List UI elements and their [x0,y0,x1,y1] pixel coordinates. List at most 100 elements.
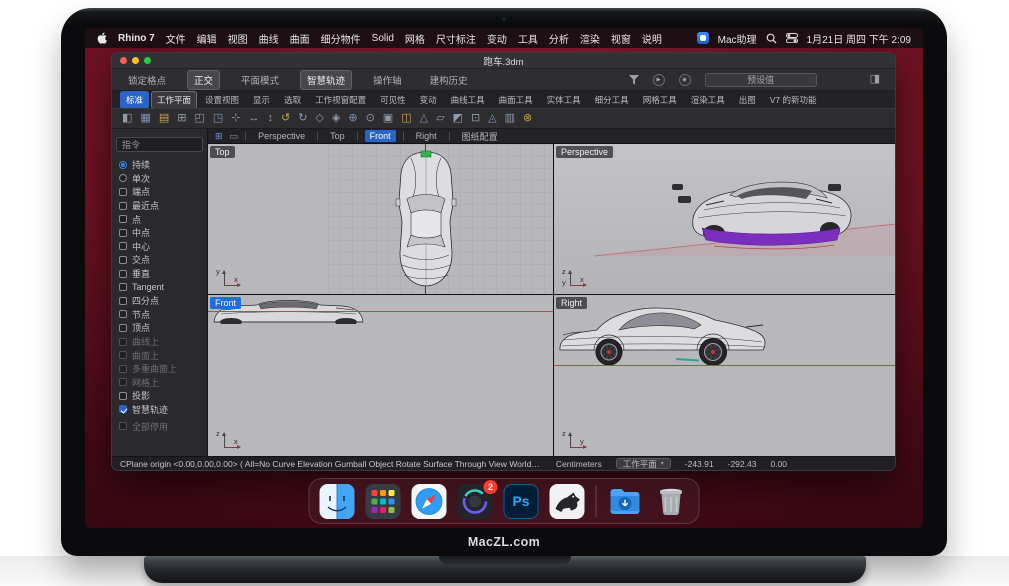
menu-file[interactable]: 文件 [166,31,186,46]
checkbox[interactable] [119,202,127,210]
menu-edit[interactable]: 编辑 [197,31,217,46]
vtab-top[interactable]: Top [325,130,350,142]
control-center-icon[interactable] [786,33,798,43]
vtab-layout[interactable]: 图纸配置 [457,129,503,144]
checkbox[interactable] [119,405,127,413]
osnap-project[interactable]: 投影 [112,389,207,403]
downloads-folder-icon[interactable] [608,484,643,519]
toolbar-icon[interactable]: ↻ [298,113,307,124]
tab-drafting[interactable]: 出图 [733,91,762,109]
osnap-intersection[interactable]: 交点 [112,253,207,267]
toolbar-icon[interactable]: ⊗ [523,113,532,124]
menu-analyze[interactable]: 分析 [549,31,569,46]
toolbar-icon[interactable]: ▥ [505,113,515,124]
osnap-on-mesh[interactable]: 网格上 [112,376,207,390]
osnap-end[interactable]: 端点 [112,185,207,199]
vtab-right[interactable]: Right [411,130,442,142]
mac-assistant-icon[interactable] [697,32,709,44]
checkbox[interactable] [119,422,127,430]
checkbox[interactable] [119,297,127,305]
toggle-grid-snap[interactable]: 锁定格点 [121,70,173,90]
checkbox[interactable] [119,215,127,223]
tab-new-in-v7[interactable]: V7 的新功能 [764,91,823,109]
toolbar-icon[interactable]: ⊙ [366,113,375,124]
checkbox[interactable] [119,229,127,237]
osnap-vertex[interactable]: 顶点 [112,321,207,335]
menu-help[interactable]: 说明 [642,31,662,46]
toggle-smarttrack[interactable]: 智慧轨迹 [300,70,352,90]
panel-toggle-icon[interactable]: ◨ [870,74,880,85]
viewport-top[interactable]: Top [208,144,553,294]
units-label[interactable]: Centimeters [556,459,602,469]
menu-curve[interactable]: 曲线 [259,31,279,46]
tab-subd-tools[interactable]: 细分工具 [589,91,635,109]
osnap-center[interactable]: 中心 [112,240,207,254]
tab-mesh-tools[interactable]: 网格工具 [637,91,683,109]
checkbox[interactable] [119,283,127,291]
toolbar-icon[interactable]: ◫ [401,113,411,124]
checkbox[interactable] [119,365,127,373]
preset-dropdown[interactable]: 预设值 [705,73,817,87]
osnap-disable-all[interactable]: 全部停用 [112,419,207,433]
checkbox[interactable] [119,270,127,278]
osnap-persistent[interactable]: 持续 [112,158,207,172]
toolbar-icon[interactable]: ⊡ [471,113,480,124]
checkbox[interactable] [119,378,127,386]
tab-select[interactable]: 选取 [278,91,307,109]
play-button[interactable]: ▶ [653,74,665,86]
viewport-front[interactable]: Front [208,295,553,456]
vtab-front[interactable]: Front [365,130,396,142]
osnap-point[interactable]: 点 [112,212,207,226]
command-input[interactable]: 指令 [116,137,203,152]
checkbox[interactable] [119,188,127,196]
osnap-on-polysurface[interactable]: 多重曲面上 [112,362,207,376]
osnap-on-surface[interactable]: 曲面上 [112,348,207,362]
checkbox[interactable] [119,324,127,332]
tab-display[interactable]: 显示 [247,91,276,109]
toolbar-icon[interactable]: ↺ [281,113,290,124]
tab-set-view[interactable]: 设置视图 [199,91,245,109]
toolbar-icon[interactable]: △ [420,113,428,124]
window-titlebar[interactable]: 跑车.3dm [112,53,895,68]
safari-icon[interactable] [412,484,447,519]
tab-cplanes[interactable]: 工作平面 [151,91,197,109]
viewport-label-active[interactable]: Front [210,297,241,309]
osnap-tangent[interactable]: Tangent [112,280,207,294]
toggle-record-history[interactable]: 建构历史 [423,70,475,90]
menu-transform[interactable]: 变动 [487,31,507,46]
toolbar-icon[interactable]: ◧ [122,113,132,124]
four-pane-icon[interactable]: ⊞ [215,132,223,141]
toolbar-icon[interactable]: ▦ [140,113,150,124]
menu-subd[interactable]: 细分物件 [321,31,361,46]
apple-menu-icon[interactable] [97,32,107,44]
checkbox[interactable] [119,338,127,346]
toolbar-icon[interactable]: ◇ [315,113,323,124]
filter-icon[interactable] [629,75,639,85]
toggle-planar[interactable]: 平面模式 [234,70,286,90]
menu-window[interactable]: 视窗 [611,31,631,46]
record-button[interactable]: ◉ [679,74,691,86]
rhino-icon[interactable] [550,484,585,519]
menu-tools[interactable]: 工具 [518,31,538,46]
radio-button[interactable] [119,174,127,182]
toolbar-icon[interactable]: ▱ [436,113,444,124]
toolbar-icon[interactable]: ↔ [248,113,259,124]
photoshop-icon[interactable]: Ps [504,484,539,519]
toolbar-icon[interactable]: ◈ [332,113,340,124]
launchpad-icon[interactable] [366,484,401,519]
checkbox[interactable] [119,242,127,250]
menu-view[interactable]: 视图 [228,31,248,46]
osnap-perpendicular[interactable]: 垂直 [112,267,207,281]
radio-button[interactable] [119,161,127,169]
toolbar-icon[interactable]: ◬ [488,113,496,124]
osnap-on-curve[interactable]: 曲线上 [112,335,207,349]
osnap-near[interactable]: 最近点 [112,199,207,213]
viewport-label[interactable]: Perspective [556,146,613,158]
menu-mesh[interactable]: 网格 [405,31,425,46]
menu-solid[interactable]: Solid [372,33,394,44]
tab-solid-tools[interactable]: 实体工具 [541,91,587,109]
osnap-mid[interactable]: 中点 [112,226,207,240]
checkbox[interactable] [119,351,127,359]
toolbar-icon[interactable]: ⊕ [348,113,357,124]
search-icon[interactable] [766,33,777,44]
